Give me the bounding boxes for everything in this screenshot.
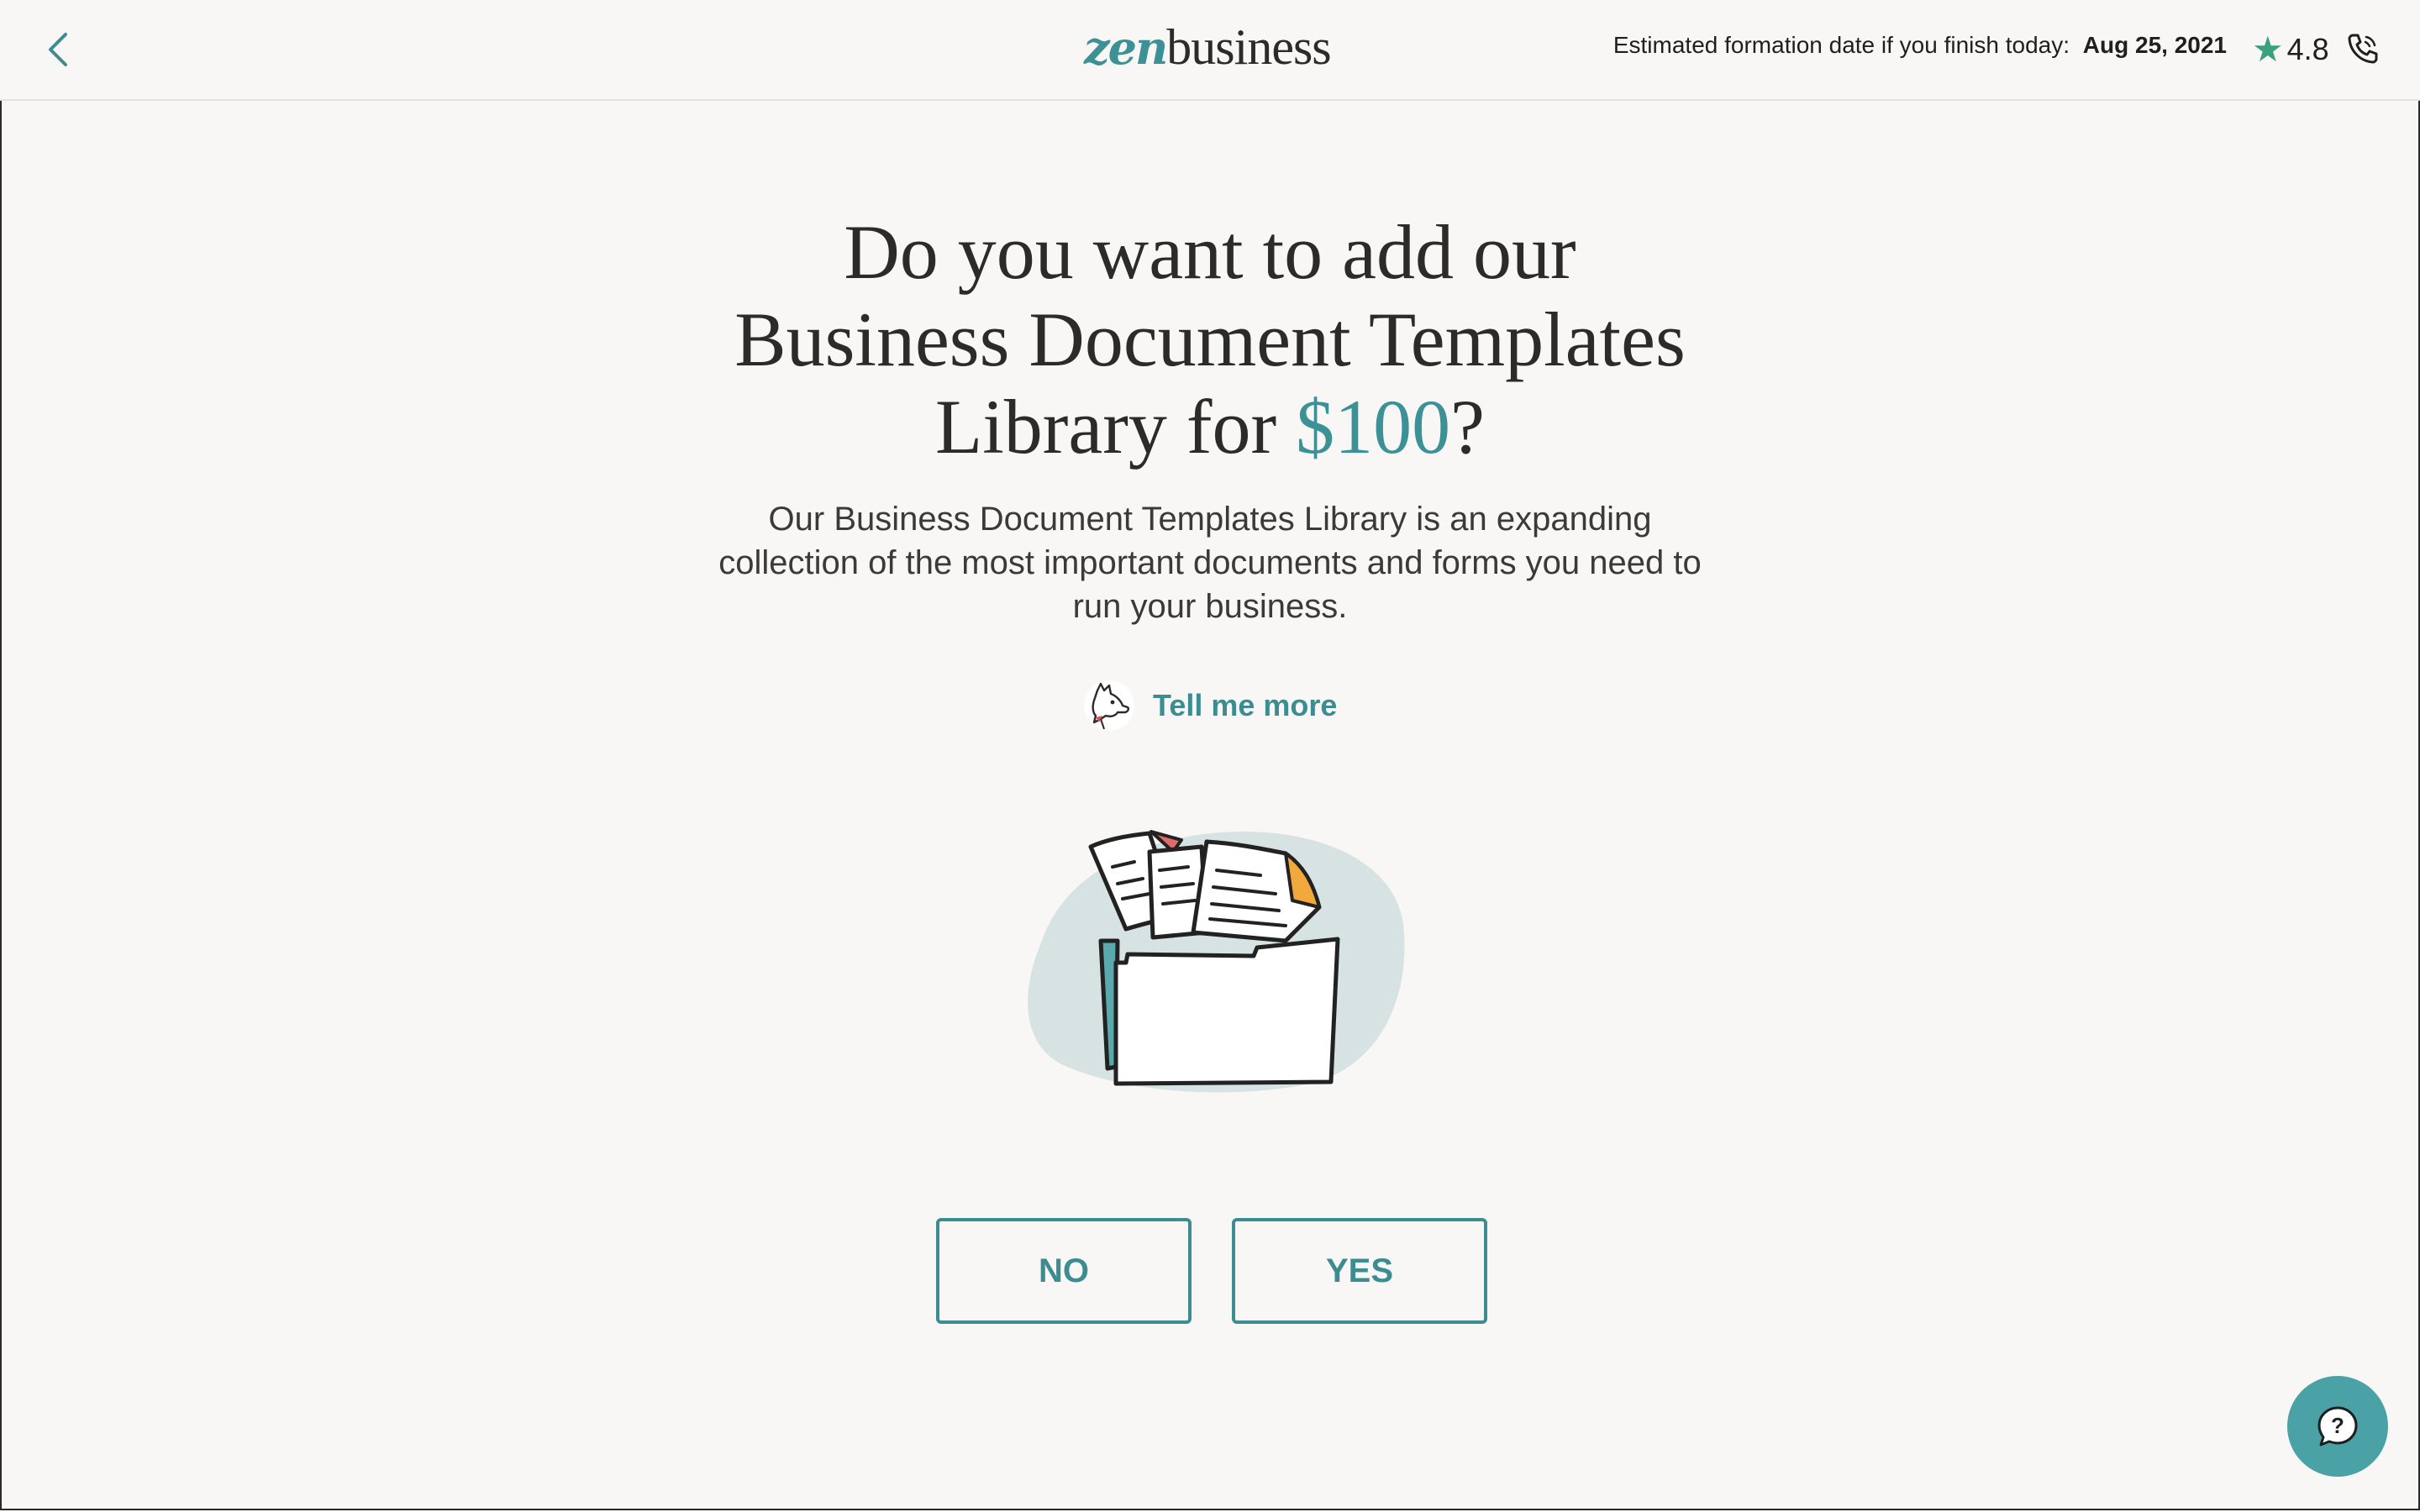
rating: ★ 4.8 bbox=[2252, 29, 2329, 70]
top-header: zen business Estimated formation date if… bbox=[0, 0, 2420, 101]
help-chat-icon: ? bbox=[2317, 1406, 2358, 1446]
formation-date-info: Estimated formation date if you finish t… bbox=[1613, 32, 2227, 59]
formation-date-value: Aug 25, 2021 bbox=[2082, 32, 2227, 58]
back-button[interactable] bbox=[37, 29, 79, 71]
chevron-left-icon bbox=[49, 33, 67, 66]
rating-value: 4.8 bbox=[2286, 31, 2329, 66]
svg-text:?: ? bbox=[2331, 1413, 2344, 1438]
title-line-2: Business Document Templates bbox=[734, 297, 1686, 382]
logo-zen-text: zen bbox=[1084, 21, 1168, 75]
title-line-1: Do you want to add our bbox=[844, 209, 1576, 295]
folder-documents-icon bbox=[1028, 830, 1405, 1093]
help-chat-button[interactable]: ? bbox=[2287, 1376, 2388, 1477]
title-line-3-prefix: Library for bbox=[935, 384, 1297, 470]
zenbusiness-logo[interactable]: zen business bbox=[1084, 18, 1332, 77]
formation-date-label: Estimated formation date if you finish t… bbox=[1612, 32, 2070, 58]
dog-mascot-icon bbox=[1084, 680, 1134, 731]
title-suffix: ? bbox=[1450, 384, 1485, 470]
yes-button[interactable]: YES bbox=[1232, 1218, 1487, 1324]
star-icon: ★ bbox=[2252, 29, 2284, 69]
title-line-3: Library for $100? bbox=[622, 383, 1798, 470]
logo-business-text: business bbox=[1166, 19, 1331, 75]
tell-me-more-link[interactable]: Tell me more bbox=[1082, 679, 1337, 732]
tell-me-more-label: Tell me more bbox=[1153, 688, 1338, 722]
phone-button[interactable] bbox=[2346, 32, 2380, 66]
no-button[interactable]: NO bbox=[936, 1218, 1192, 1324]
description-text: Our Business Document Templates Library … bbox=[718, 501, 1702, 625]
page-title: Do you want to add our Business Document… bbox=[622, 208, 1798, 470]
phone-icon bbox=[2348, 34, 2378, 64]
title-price: $100 bbox=[1296, 384, 1451, 470]
document-folder-illustration bbox=[1008, 815, 1412, 1109]
